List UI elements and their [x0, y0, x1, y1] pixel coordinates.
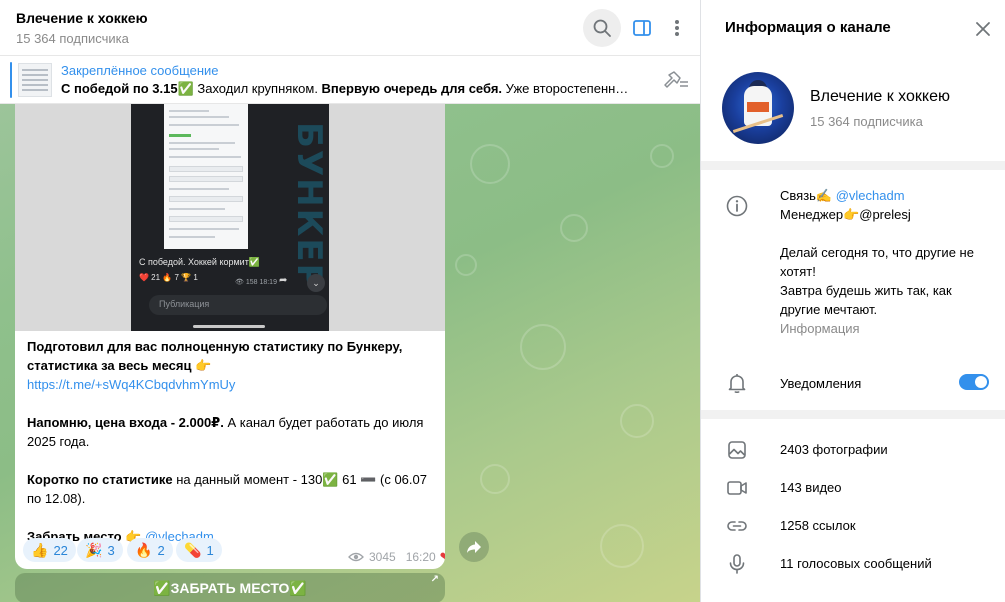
screenshot-input-placeholder: Публикация [159, 299, 210, 309]
description-line-3: Делай сегодня то, что другие не хотят! [780, 245, 974, 279]
reaction-party[interactable]: 🎉 3 [77, 538, 123, 562]
info-header: Информация о канале [701, 0, 1005, 56]
screenshot-betslip [164, 104, 248, 249]
search-icon [593, 19, 611, 37]
party-popper-icon: 🎉 [85, 541, 103, 558]
channel-subscribers: 15 364 подписчика [810, 114, 923, 129]
message-text: Подготовил для вас полноценную статистик… [27, 337, 437, 546]
screenshot-caption: С победой. Хоккей кормит✅ [139, 257, 261, 267]
sidebar-icon [633, 20, 651, 36]
shared-links-item[interactable]: 1258 ссылок [701, 507, 1005, 545]
pinned-text-bold-1: С победой по 3.15✅ [61, 81, 194, 96]
fire-icon: 🔥 [135, 541, 153, 558]
channel-message[interactable]: БУНКЕР С победой. Хоккей кормит✅ ❤️ 21 🔥… [15, 104, 445, 569]
pinned-thumbnail [18, 63, 52, 97]
search-button[interactable] [583, 9, 621, 47]
invite-link[interactable]: https://t.me/+sWq4KCbqdvhmYmUy [27, 377, 235, 392]
reaction-count: 3 [107, 542, 115, 558]
shared-voice-item[interactable]: 11 голосовых сообщений [701, 545, 1005, 583]
views-eye-icon [348, 552, 364, 562]
views-count: 3045 [369, 550, 396, 564]
description-line-1: Связь✍️ @vlechadm [780, 186, 985, 205]
reaction-fire[interactable]: 🔥 2 [127, 538, 173, 562]
more-button[interactable] [658, 9, 696, 47]
description-contact-text: Связь✍️ [780, 188, 833, 203]
reaction-pill[interactable]: 💊 1 [176, 538, 222, 562]
description-contact-link[interactable]: @vlechadm [832, 188, 905, 203]
close-icon[interactable] [971, 17, 995, 41]
message-paragraph-3: Коротко по статистике на данный момент -… [27, 470, 437, 508]
shared-videos-label: 143 видео [780, 480, 842, 495]
info-icon [726, 195, 748, 217]
message-photo[interactable]: БУНКЕР С победой. Хоккей кормит✅ ❤️ 21 🔥… [15, 104, 445, 331]
shared-photos-label: 2403 фотографии [780, 442, 888, 457]
pinned-text-bold-2: Впервую очередь для себя. [321, 81, 503, 96]
message-paragraph-1: Подготовил для вас полноценную статистик… [27, 337, 437, 375]
channel-profile: Влечение к хоккею 15 364 подписчика [701, 56, 1005, 161]
link-icon [727, 521, 747, 531]
more-vertical-icon [675, 20, 679, 36]
channel-name: Влечение к хоккею [810, 88, 950, 105]
shared-links-label: 1258 ссылок [780, 518, 856, 533]
mic-icon [729, 554, 745, 574]
reaction-count: 2 [157, 542, 165, 558]
channel-details: Связь✍️ @vlechadm Менеджер👉@prelesj Дела… [701, 170, 1005, 410]
reaction-thumbs-up[interactable]: 👍 22 [23, 538, 76, 562]
forward-arrow-icon [467, 541, 481, 553]
chat-header[interactable]: Влечение к хоккею 15 364 подписчика [0, 0, 700, 56]
screenshot-input: Публикация [149, 295, 327, 315]
channel-info-panel: Информация о канале Влечение к хоккею 15… [701, 0, 1005, 602]
message-p2-bold: Напомню, цена входа - 2.000₽. [27, 415, 224, 430]
heart-reaction-icon: ❤ [440, 549, 445, 565]
channel-description: Связь✍️ @vlechadm Менеджер👉@prelesj Дела… [780, 186, 985, 319]
message-p1-bold: Подготовил для вас полноценную статистик… [27, 339, 403, 373]
description-line-4: Завтра будешь жить так, как другие мечта… [780, 283, 952, 317]
photo-icon [728, 441, 746, 459]
thumbs-up-icon: 👍 [31, 541, 49, 558]
bell-icon [728, 374, 746, 394]
shared-photos-item[interactable]: 2403 фотографии [701, 431, 1005, 469]
shared-voice-label: 11 голосовых сообщений [780, 556, 932, 571]
message-time: 16:20 [405, 550, 436, 564]
screenshot-share-icon: ➦ [279, 275, 288, 286]
phone-screenshot: БУНКЕР С победой. Хоккей кормит✅ ❤️ 21 🔥… [131, 104, 329, 331]
screenshot-scroll-down-icon: ⌄ [307, 274, 325, 292]
toggle-sidebar-button[interactable] [623, 9, 661, 47]
screenshot-homebar [193, 325, 265, 328]
pinned-title: Закреплённое сообщение [61, 63, 219, 78]
pinned-message-bar[interactable]: Закреплённое сообщение С победой по 3.15… [0, 56, 700, 104]
notifications-label: Уведомления [780, 376, 862, 391]
channel-avatar[interactable] [722, 72, 794, 144]
pinned-text-normal-2: Уже второстепенн… [502, 81, 629, 96]
chat-panel: Влечение к хоккею 15 364 подписчика Закр… [0, 0, 701, 602]
video-icon [727, 481, 747, 495]
shared-videos-item[interactable]: 143 видео [701, 469, 1005, 507]
pinned-text: С победой по 3.15✅ Заходил крупняком. Вп… [61, 81, 646, 97]
pin-list-icon[interactable] [660, 68, 690, 92]
forward-button[interactable] [459, 532, 489, 562]
pinned-text-normal-1: Заходил крупняком. [193, 81, 322, 96]
chat-title[interactable]: Влечение к хоккею [16, 10, 148, 26]
chat-subscribers: 15 364 подписчика [16, 31, 129, 46]
external-link-arrow-icon: ↗ [430, 574, 439, 585]
message-p3-bold: Коротко по статистике [27, 472, 173, 487]
message-meta: 3045 16:20 ❤ [348, 548, 445, 566]
pinned-indicator [10, 62, 12, 98]
description-line-2: Менеджер👉@prelesj [780, 207, 911, 222]
pill-icon: 💊 [184, 541, 202, 558]
reaction-count: 22 [53, 542, 68, 558]
claim-place-label: ✅ЗАБРАТЬ МЕСТО✅ [153, 579, 307, 596]
claim-place-button[interactable]: ✅ЗАБРАТЬ МЕСТО✅ ↗ [15, 573, 445, 602]
shared-media-list: 2403 фотографии 143 видео 1258 ссылок 11… [701, 419, 1005, 602]
info-header-title: Информация о канале [725, 19, 891, 36]
screenshot-reactions: ❤️ 21 🔥 7 🏆 1 [139, 273, 198, 282]
message-paragraph-2: Напомню, цена входа - 2.000₽. А канал бу… [27, 413, 437, 451]
reaction-count: 1 [206, 542, 214, 558]
bunker-logo-text: БУНКЕР [289, 122, 329, 291]
description-label: Информация [780, 321, 860, 336]
screenshot-time: 👁 158 18:19 [235, 279, 277, 286]
notifications-toggle[interactable] [959, 374, 989, 390]
